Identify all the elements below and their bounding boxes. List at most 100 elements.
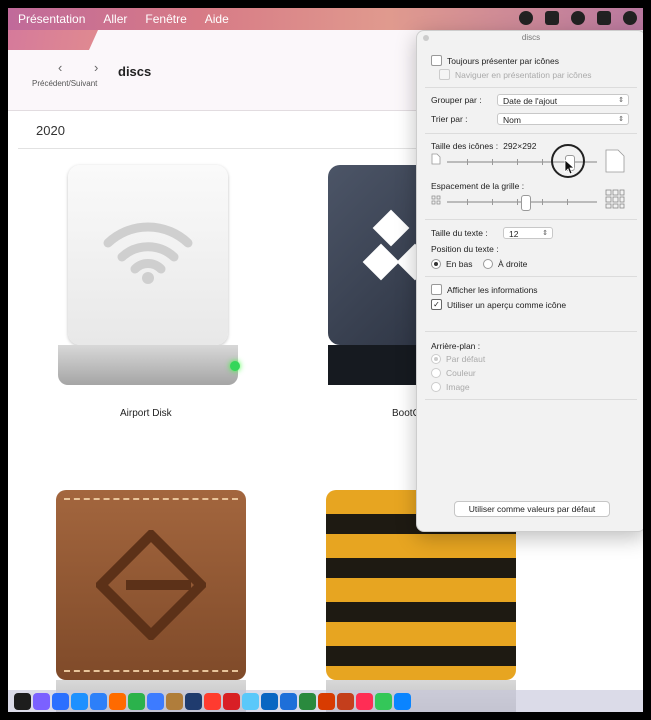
- dock-app-icon[interactable]: [356, 692, 373, 710]
- leather-disk-icon[interactable]: [56, 490, 246, 712]
- radio-button: [431, 368, 441, 378]
- cloud-icon[interactable]: [571, 11, 585, 25]
- disk-base: [58, 345, 238, 385]
- menu-aide[interactable]: Aide: [205, 12, 229, 26]
- divider: [18, 148, 438, 149]
- background-text: Arrière-plan :: [431, 341, 481, 351]
- group-by-value: Date de l'ajout: [503, 96, 558, 106]
- bg-color-label: Couleur: [446, 368, 476, 378]
- icon-size-row: Taille des icônes : 292×292: [431, 141, 536, 151]
- checkbox: [439, 69, 450, 80]
- always-icons-option[interactable]: Toujours présenter par icônes: [431, 55, 559, 66]
- large-doc-icon: [605, 149, 625, 173]
- dock-app-icon[interactable]: [261, 692, 278, 710]
- chevron-updown-icon: ⇕: [618, 116, 624, 123]
- back-forward-buttons[interactable]: ‹ ›: [58, 60, 112, 75]
- checkbox-checked[interactable]: ✓: [431, 299, 442, 310]
- use-preview-label: Utiliser un aperçu comme icône: [447, 299, 567, 310]
- always-icons-label: Toujours présenter par icônes: [447, 55, 559, 66]
- dock-app-icon[interactable]: [185, 692, 202, 710]
- dock-app-icon[interactable]: [299, 692, 316, 710]
- sort-by-label: Trier par :: [431, 114, 468, 124]
- dock-app-icon[interactable]: [147, 692, 164, 710]
- airport-disk-label[interactable]: Airport Disk: [120, 408, 172, 419]
- migration-logo-icon: [96, 530, 206, 640]
- checkbox[interactable]: [431, 55, 442, 66]
- radio-button[interactable]: [483, 259, 493, 269]
- dock-app-icon[interactable]: [33, 692, 50, 710]
- dock-app-icon[interactable]: [318, 692, 335, 710]
- dock-app-icon[interactable]: [166, 692, 183, 710]
- status-icon[interactable]: [545, 11, 559, 25]
- menu-presentation[interactable]: Présentation: [18, 12, 85, 26]
- screen: Présentation Aller Fenêtre Aide ‹ › Préc…: [8, 8, 643, 712]
- divider: [425, 331, 637, 332]
- status-icon[interactable]: [623, 11, 637, 25]
- window-title: discs: [118, 64, 152, 79]
- dock-app-icon[interactable]: [90, 692, 107, 710]
- group-by-text: Grouper par :: [431, 95, 482, 105]
- show-info-option[interactable]: Afficher les informations: [431, 284, 538, 295]
- divider: [425, 133, 637, 134]
- radio-button: [431, 382, 441, 392]
- dock-app-icon[interactable]: [52, 692, 69, 710]
- dock-app-icon[interactable]: [223, 692, 240, 710]
- browse-icons-option: Naviguer en présentation par icônes: [439, 69, 592, 80]
- wifi-icon: [103, 222, 193, 284]
- view-options-panel: discs Toujours présenter par icônes Navi…: [416, 30, 643, 532]
- status-icons: [519, 11, 637, 25]
- text-size-select[interactable]: 12 ⇕: [503, 227, 553, 239]
- status-icon[interactable]: [597, 11, 611, 25]
- bg-image-label: Image: [446, 382, 470, 392]
- divider: [425, 87, 637, 88]
- status-led: [230, 361, 240, 371]
- dock-app-icon[interactable]: [204, 692, 221, 710]
- dock-app-icon[interactable]: [394, 692, 411, 710]
- dock-app-icon[interactable]: [337, 692, 354, 710]
- divider: [425, 399, 637, 400]
- large-grid-icon: [605, 189, 625, 209]
- menu-aller[interactable]: Aller: [103, 12, 127, 26]
- text-size-label: Taille du texte :: [431, 228, 488, 238]
- dock-app-icon[interactable]: [128, 692, 145, 710]
- dock-app-icon[interactable]: [242, 692, 259, 710]
- pos-right-option[interactable]: À droite: [483, 259, 527, 269]
- text-size-value: 12: [509, 229, 519, 239]
- radio-button[interactable]: [431, 259, 441, 269]
- dock-app-icon[interactable]: [14, 692, 31, 710]
- wallpaper-band: [8, 30, 98, 50]
- dock: [8, 690, 643, 712]
- grid-spacing-knob[interactable]: [521, 195, 531, 211]
- small-doc-icon: [431, 153, 441, 165]
- checkbox[interactable]: [431, 284, 442, 295]
- use-preview-option[interactable]: ✓ Utiliser un aperçu comme icône: [431, 299, 566, 310]
- grid-spacing-row: Espacement de la grille :: [431, 181, 524, 191]
- pos-bottom-label: En bas: [446, 259, 473, 269]
- bootcamp-disk-icon[interactable]: [328, 165, 428, 385]
- chevron-updown-icon: ⇕: [542, 230, 548, 237]
- small-grid-icon: [431, 195, 441, 205]
- stitching: [64, 670, 238, 672]
- airport-disk-icon[interactable]: [58, 165, 240, 385]
- radio-button: [431, 354, 441, 364]
- dock-app-icon[interactable]: [109, 692, 126, 710]
- group-by-select[interactable]: Date de l'ajout ⇕: [497, 94, 629, 106]
- mouse-pointer-icon: [564, 159, 576, 175]
- status-icon[interactable]: [519, 11, 533, 25]
- text-position-text: Position du texte :: [431, 244, 499, 254]
- bg-default-option: Par défaut: [431, 354, 485, 364]
- browse-icons-label: Naviguer en présentation par icônes: [455, 69, 592, 80]
- sort-by-value: Nom: [503, 115, 521, 125]
- panel-title: discs: [521, 33, 541, 42]
- dock-app-icon[interactable]: [71, 692, 88, 710]
- group-year: 2020: [36, 123, 65, 138]
- dock-app-icon[interactable]: [280, 692, 297, 710]
- divider: [425, 276, 637, 277]
- use-defaults-button[interactable]: Utiliser comme valeurs par défaut: [454, 501, 610, 517]
- menu-fenetre[interactable]: Fenêtre: [145, 12, 186, 26]
- show-info-label: Afficher les informations: [447, 284, 538, 295]
- pos-bottom-option[interactable]: En bas: [431, 259, 472, 269]
- dock-app-icon[interactable]: [375, 692, 392, 710]
- icon-size-label: Taille des icônes :: [431, 141, 499, 151]
- sort-by-select[interactable]: Nom ⇕: [497, 113, 629, 125]
